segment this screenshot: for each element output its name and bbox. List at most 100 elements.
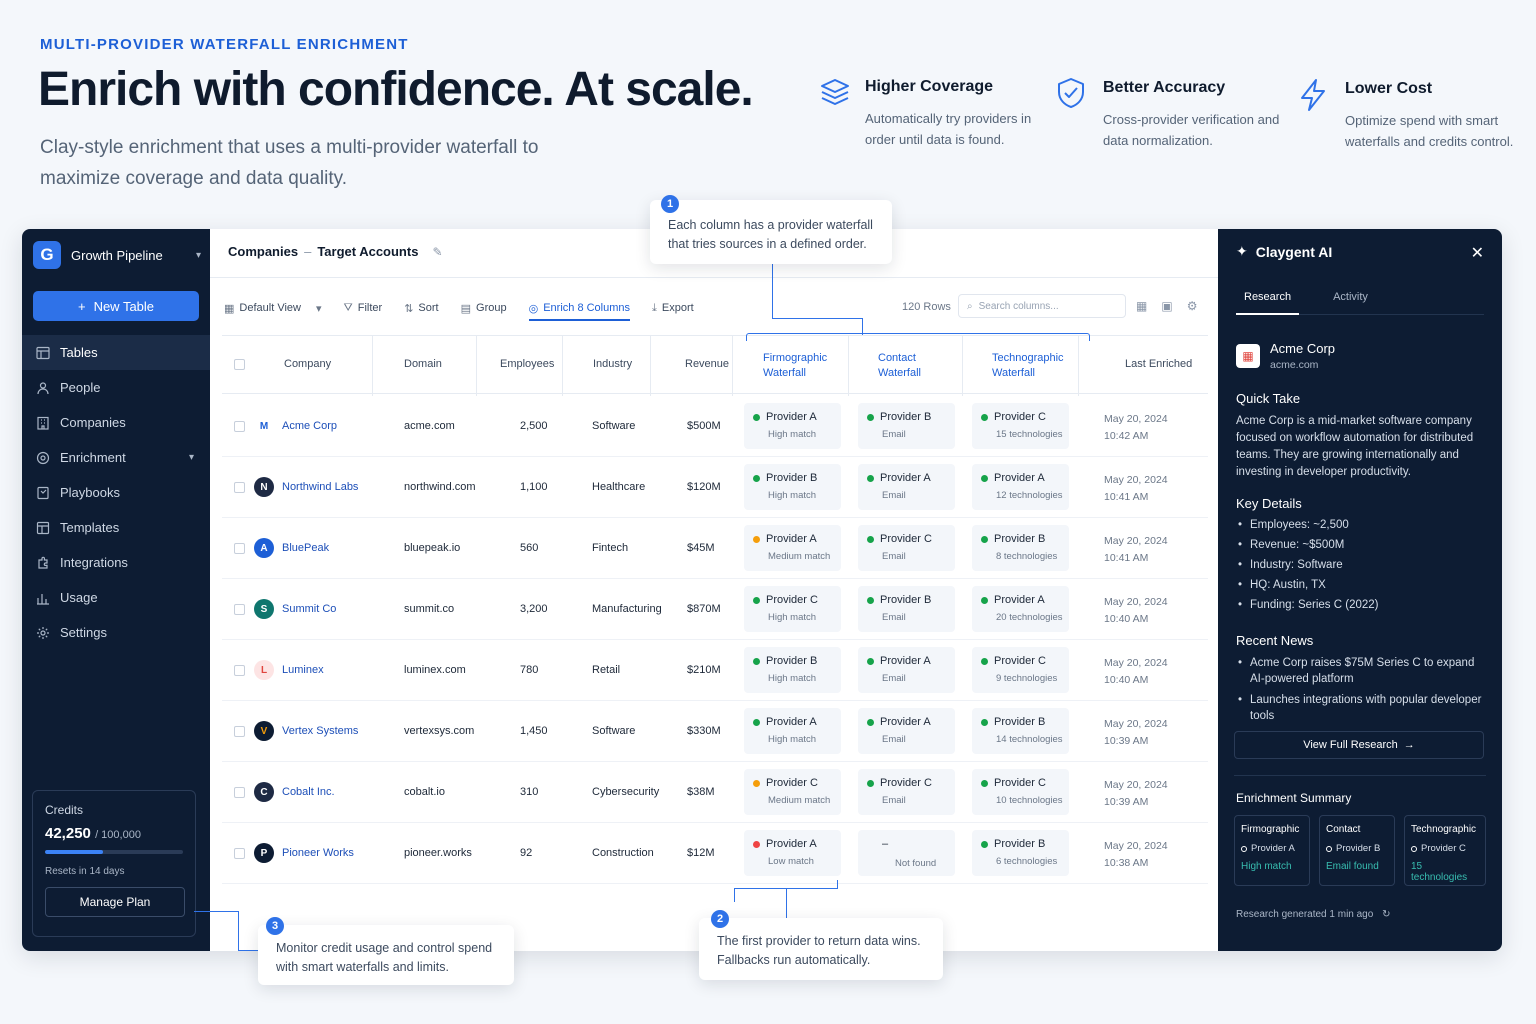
column-divider[interactable]: [476, 336, 477, 396]
column-divider[interactable]: [372, 336, 373, 396]
news-item[interactable]: Launches integrations with popular devel…: [1236, 692, 1486, 724]
table-row[interactable]: V Vertex Systems vertexsys.com 1,450 Softwar…: [222, 701, 1208, 762]
technographic-cell[interactable]: Provider B 6 technologies: [972, 830, 1069, 876]
table-row[interactable]: C Cobalt Inc. cobalt.io 310 Cybersecurity $38…: [222, 762, 1208, 823]
firmographic-cell[interactable]: Provider C High match: [744, 586, 841, 632]
contact-cell[interactable]: Provider A Email: [858, 647, 955, 693]
sidebar-item-integrations[interactable]: Integrations: [22, 545, 210, 580]
row-checkbox[interactable]: [234, 726, 245, 737]
contact-cell[interactable]: Provider C Email: [858, 769, 955, 815]
firmographic-cell[interactable]: Provider B High match: [744, 464, 841, 510]
header-domain[interactable]: Domain: [404, 358, 442, 370]
firmographic-cell[interactable]: Provider A Medium match: [744, 525, 841, 571]
column-divider[interactable]: [962, 336, 963, 396]
row-checkbox[interactable]: [234, 421, 245, 432]
row-checkbox[interactable]: [234, 787, 245, 798]
company-name[interactable]: Vertex Systems: [282, 725, 358, 737]
sidebar-item-people[interactable]: People: [22, 370, 210, 405]
technographic-cell[interactable]: Provider A 20 technologies: [972, 586, 1069, 632]
layers-icon: [819, 76, 851, 108]
pencil-icon[interactable]: ✎: [432, 245, 442, 259]
company-name[interactable]: Northwind Labs: [282, 481, 358, 493]
technographic-cell[interactable]: Provider B 8 technologies: [972, 525, 1069, 571]
header-industry[interactable]: Industry: [593, 358, 632, 370]
header-firmographic-waterfall[interactable]: Firmographic Waterfall: [763, 351, 843, 381]
manage-plan-button[interactable]: Manage Plan: [45, 887, 185, 917]
sidebar-item-settings[interactable]: Settings: [22, 615, 210, 650]
filter-button[interactable]: ⛛ Filter: [344, 302, 383, 315]
company-name[interactable]: Acme Corp: [282, 420, 337, 432]
contact-cell[interactable]: Provider B Email: [858, 586, 955, 632]
company-name[interactable]: Luminex: [282, 664, 324, 676]
table-row[interactable]: A BluePeak bluepeak.io 560 Fintech $45M Provid…: [222, 518, 1208, 579]
contact-cell[interactable]: – Not found: [858, 830, 955, 876]
table-row[interactable]: M Acme Corp acme.com 2,500 Software $500M Prov…: [222, 396, 1208, 457]
table-row[interactable]: L Luminex luminex.com 780 Retail $210M Provide…: [222, 640, 1208, 701]
layout-icon[interactable]: ▣: [1161, 299, 1172, 313]
column-divider[interactable]: [848, 336, 849, 396]
tab-activity[interactable]: Activity: [1325, 287, 1376, 315]
contact-cell[interactable]: Provider A Email: [858, 708, 955, 754]
contact-cell[interactable]: Provider B Email: [858, 403, 955, 449]
view-selector[interactable]: ▦ Default View ▾: [224, 302, 322, 315]
sparkle-icon: ✦: [1236, 243, 1248, 259]
group-button[interactable]: ▤ Group: [461, 302, 507, 315]
company-name[interactable]: BluePeak: [282, 542, 329, 554]
row-checkbox[interactable]: [234, 665, 245, 676]
header-company[interactable]: Company: [284, 358, 331, 370]
sidebar-item-playbooks[interactable]: Playbooks: [22, 475, 210, 510]
firmographic-cell[interactable]: Provider A High match: [744, 403, 841, 449]
tab-research[interactable]: Research: [1236, 287, 1300, 315]
header-employees[interactable]: Employees: [500, 358, 554, 370]
technographic-cell[interactable]: Provider B 14 technologies: [972, 708, 1069, 754]
column-divider[interactable]: [562, 336, 563, 396]
sidebar-item-companies[interactable]: Companies: [22, 405, 210, 440]
sort-button[interactable]: ⇅ Sort: [404, 302, 438, 315]
view-full-research-button[interactable]: View Full Research →: [1234, 731, 1484, 759]
company-name[interactable]: Summit Co: [282, 603, 336, 615]
search-input[interactable]: ⌕ Search columns...: [958, 294, 1126, 318]
column-divider[interactable]: [732, 336, 733, 396]
export-button[interactable]: ⤓ Export: [652, 302, 694, 315]
select-all-checkbox[interactable]: [234, 359, 245, 370]
technographic-cell[interactable]: Provider A 12 technologies: [972, 464, 1069, 510]
firmographic-cell[interactable]: Provider C Medium match: [744, 769, 841, 815]
header-technographic-waterfall[interactable]: Technographic Waterfall: [992, 351, 1072, 381]
row-checkbox[interactable]: [234, 543, 245, 554]
breadcrumb-parent[interactable]: Companies: [228, 244, 298, 259]
table-row[interactable]: P Pioneer Works pioneer.works 92 Constructio…: [222, 823, 1208, 884]
firmographic-cell[interactable]: Provider B High match: [744, 647, 841, 693]
sidebar-item-usage[interactable]: Usage: [22, 580, 210, 615]
refresh-icon[interactable]: ↻: [1382, 909, 1390, 920]
table-row[interactable]: N Northwind Labs northwind.com 1,100 Healthc…: [222, 457, 1208, 518]
provider-row: Provider C: [753, 594, 841, 606]
row-checkbox[interactable]: [234, 604, 245, 615]
column-divider[interactable]: [650, 336, 651, 396]
enrich-columns-button[interactable]: ◎ Enrich 8 Columns: [528, 302, 631, 321]
technographic-cell[interactable]: Provider C 9 technologies: [972, 647, 1069, 693]
contact-cell[interactable]: Provider A Email: [858, 464, 955, 510]
row-checkbox[interactable]: [234, 482, 245, 493]
table-row[interactable]: S Summit Co summit.co 3,200 Manufacturing $87…: [222, 579, 1208, 640]
header-contact-waterfall[interactable]: Contact Waterfall: [878, 351, 938, 381]
row-checkbox[interactable]: [234, 848, 245, 859]
contact-cell[interactable]: Provider C Email: [858, 525, 955, 571]
company-name[interactable]: Cobalt Inc.: [282, 786, 335, 798]
sidebar-item-tables[interactable]: Tables: [22, 335, 210, 370]
new-table-button[interactable]: + New Table: [33, 291, 199, 321]
technographic-cell[interactable]: Provider C 10 technologies: [972, 769, 1069, 815]
gear-icon[interactable]: ⚙: [1187, 299, 1198, 313]
column-divider[interactable]: [1078, 336, 1079, 396]
close-icon[interactable]: ✕: [1471, 243, 1484, 263]
columns-icon[interactable]: ▦: [1136, 299, 1147, 313]
header-last-enriched[interactable]: Last Enriched: [1125, 358, 1192, 370]
firmographic-cell[interactable]: Provider A High match: [744, 708, 841, 754]
news-item[interactable]: Acme Corp raises $75M Series C to expand…: [1236, 655, 1486, 687]
firmographic-cell[interactable]: Provider A Low match: [744, 830, 841, 876]
sidebar-item-enrichment[interactable]: Enrichment ▾: [22, 440, 210, 475]
sidebar-item-templates[interactable]: Templates: [22, 510, 210, 545]
technographic-cell[interactable]: Provider C 15 technologies: [972, 403, 1069, 449]
header-revenue[interactable]: Revenue: [685, 358, 729, 370]
company-name[interactable]: Pioneer Works: [282, 847, 354, 859]
workspace-switcher[interactable]: G Growth Pipeline ▾: [33, 240, 201, 270]
